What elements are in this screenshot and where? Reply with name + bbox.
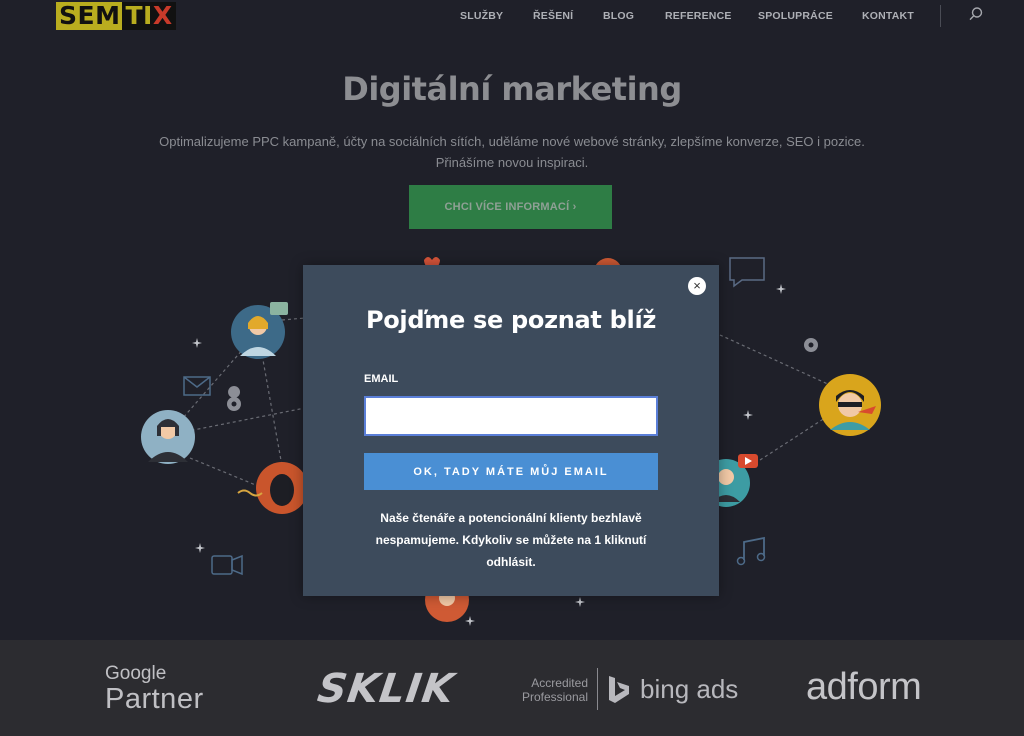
avatar-woman-left [141,410,195,464]
logo-sem: SEM [56,2,123,30]
google-partner-logo: Google Partner [105,663,204,715]
avatar-man-middle [237,462,308,514]
hero-subtitle-line2: Přinášíme novou inspiraci. [435,155,589,170]
submit-email-button[interactable]: OK, TADY MÁTE MŮJ EMAIL [364,453,658,490]
logo-x: X [152,1,173,30]
nav-item-reseni[interactable]: ŘEŠENÍ [533,10,573,22]
bing-accredited-line1: Accredited [531,676,588,690]
nav-item-sluzby[interactable]: SLUŽBY [460,10,503,22]
more-info-button[interactable]: CHCI VÍCE INFORMACÍ › [409,185,612,229]
bing-accredited-line2: Professional [521,690,588,704]
bing-accredited-text: Accredited Professional [520,676,588,704]
adform-logo: adform [806,666,922,708]
semtix-logo[interactable]: SEM TIX [56,2,178,30]
nav-item-reference[interactable]: REFERENCE [665,10,732,22]
nav-divider [940,5,941,27]
hero-subtitle: Optimalizujeme PPC kampaně, účty na soci… [150,131,874,173]
hero-subtitle-line1: Optimalizujeme PPC kampaně, účty na soci… [159,134,865,149]
bing-divider [597,668,598,710]
bing-b-icon [609,676,629,703]
page: SEM TIX SLUŽBY ŘEŠENÍ BLOG REFERENCE SPO… [0,0,1024,736]
newsletter-modal: × Pojďme se poznat blíž EMAIL OK, TADY M… [303,265,719,596]
modal-note: Naše čtenáře a potencionální klienty bez… [375,511,647,569]
avatar-woman-right [819,374,881,436]
logo-tix: TIX [122,1,176,30]
close-icon[interactable]: × [688,277,706,295]
email-field[interactable] [364,396,658,436]
bing-ads-logo: bing ads [640,674,739,704]
google-partner-line1: Google [105,663,167,684]
nav-item-blog[interactable]: BLOG [603,10,634,22]
search-icon[interactable] [968,6,984,22]
nav-item-kontakt[interactable]: KONTAKT [862,10,914,22]
google-partner-line2: Partner [105,683,204,715]
sklik-logo: SKLIK [314,666,458,712]
hero-title: Digitální marketing [342,70,682,108]
avatar-woman-top [231,302,288,359]
modal-title: Pojďme se poznat blíž [365,306,657,334]
nav-item-spoluprace[interactable]: SPOLUPRÁCE [758,10,833,22]
email-label: EMAIL [364,373,399,385]
logo-ti: TI [125,1,153,30]
